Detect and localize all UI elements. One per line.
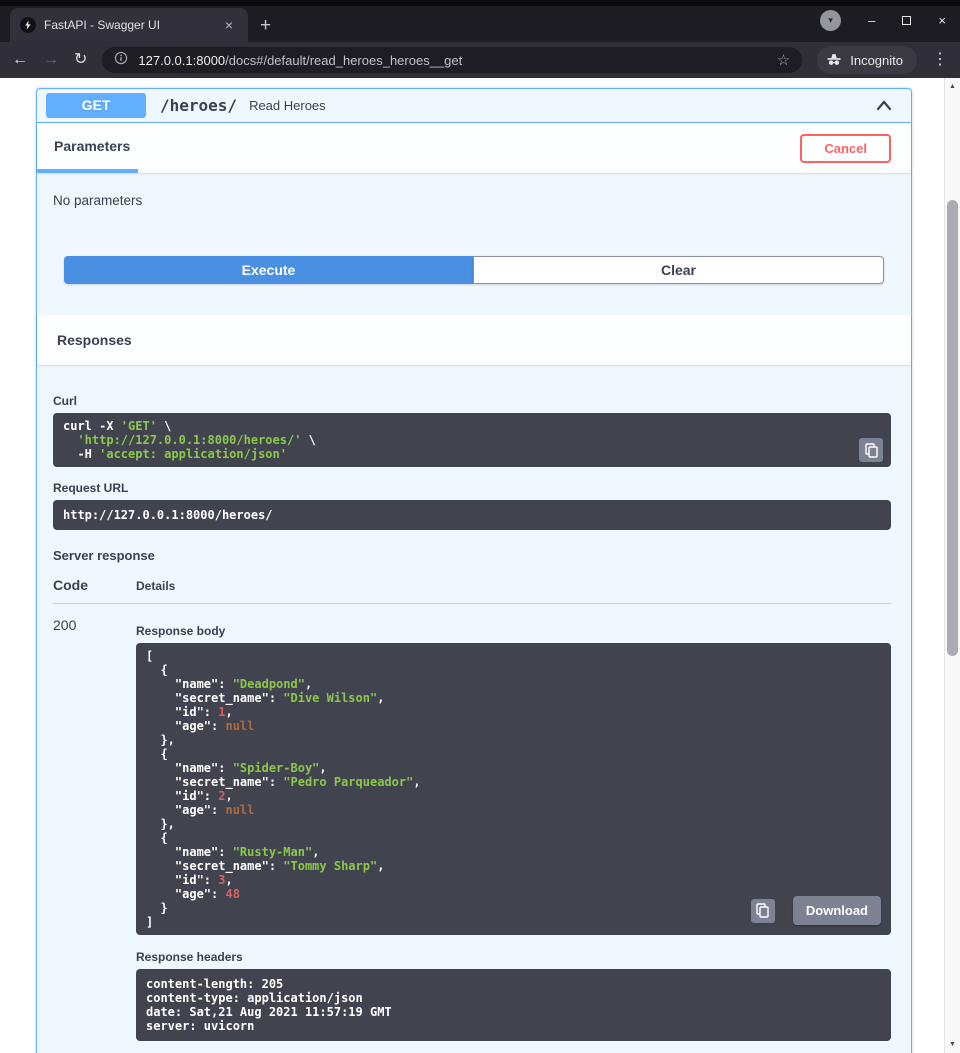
scrollbar[interactable]: ▲ ▼ [944,78,960,1053]
code-column-header: Code [53,577,136,593]
scrollbar-thumb[interactable] [947,200,958,656]
parameters-title: Parameters [54,138,130,154]
back-button[interactable]: ← [12,52,28,68]
url-path: /docs#/default/read_heroes_heroes__get [225,53,462,68]
response-body-controls: Download [751,896,881,925]
minimize-button[interactable]: – [868,14,875,27]
details-column-header: Details [136,579,175,593]
operation-description: Read Heroes [249,98,326,113]
browser-toolbar: ← → ↻ 127.0.0.1:8000/docs#/default/read_… [0,42,960,78]
operation-path: /heroes/ [160,96,237,115]
incognito-label: Incognito [850,53,903,68]
forward-button[interactable]: → [43,52,59,68]
response-details: Response body [ { "name": "Deadpond", "s… [136,617,891,1041]
cancel-button[interactable]: Cancel [800,134,891,163]
method-badge: GET [46,93,146,118]
fastapi-favicon-icon [20,17,36,33]
copy-response-button[interactable] [751,899,775,923]
responses-table: Code Details 200 Response body [ { "name… [53,577,891,1041]
scroll-down-arrow[interactable]: ▼ [945,1041,960,1048]
response-headers-text: content-length: 205content-type: applica… [146,977,881,1033]
bookmark-star-icon[interactable]: ☆ [777,51,790,69]
scroll-up-arrow[interactable]: ▲ [945,83,960,90]
page-info-icon[interactable] [114,51,128,70]
response-row-200: 200 Response body [ { "name": "Deadpond"… [53,604,891,1041]
reload-button[interactable]: ↻ [74,52,87,68]
responses-heading: Responses [57,332,132,348]
responses-header: Responses [37,315,911,365]
incognito-icon [825,50,843,70]
response-headers-label: Response headers [136,951,891,963]
request-url-block: http://127.0.0.1:8000/heroes/ [53,500,891,530]
parameters-header: Parameters Cancel [37,123,911,173]
copy-curl-button[interactable] [859,438,883,462]
page-content: GET /heroes/ Read Heroes Parameters Canc… [0,78,944,1053]
responses-body: Curl curl -X 'GET' \ 'http://127.0.0.1:8… [37,365,911,1053]
operation-summary[interactable]: GET /heroes/ Read Heroes [37,89,911,123]
clear-button[interactable]: Clear [473,256,884,284]
curl-label: Curl [53,395,891,407]
request-url-label: Request URL [53,482,891,494]
url-host: 127.0.0.1:8000 [138,53,225,68]
window-controls: ▾ – × [820,10,946,31]
response-body-label: Response body [136,625,891,637]
maximize-box-icon [902,16,911,25]
tab-strip: FastAPI - Swagger UI × + ▾ – × [0,6,960,42]
curl-command-block: curl -X 'GET' \ 'http://127.0.0.1:8000/h… [53,413,891,467]
execute-button[interactable]: Execute [64,256,473,284]
download-button[interactable]: Download [793,896,881,925]
maximize-button[interactable] [902,14,911,27]
no-parameters-text: No parameters [37,173,911,248]
tab-close-icon[interactable]: × [220,17,238,33]
server-response-label: Server response [53,548,891,563]
close-button[interactable]: × [938,14,946,27]
url-text: 127.0.0.1:8000/docs#/default/read_heroes… [138,53,766,68]
responses-table-header: Code Details [53,577,891,604]
response-body-json: [ { "name": "Deadpond", "secret_name": "… [146,649,881,929]
request-url-value: http://127.0.0.1:8000/heroes/ [63,508,273,522]
tab-title: FastAPI - Swagger UI [44,18,212,32]
operation-block-get-heroes: GET /heroes/ Read Heroes Parameters Canc… [36,88,912,1053]
new-tab-button[interactable]: + [260,11,271,37]
menu-icon[interactable]: ⋮ [932,52,948,68]
browser-tab[interactable]: FastAPI - Swagger UI × [10,8,248,42]
response-headers-block: content-length: 205content-type: applica… [136,969,891,1041]
curl-command: curl -X 'GET' \ 'http://127.0.0.1:8000/h… [63,419,881,461]
status-code: 200 [53,617,136,1041]
media-controls-icon[interactable]: ▾ [820,10,841,31]
collapse-chevron-icon[interactable] [874,96,894,116]
response-body-block: [ { "name": "Deadpond", "secret_name": "… [136,643,891,935]
tab-parameters[interactable]: Parameters [37,123,138,173]
incognito-badge: Incognito [817,46,917,74]
execute-row: Execute Clear [37,248,911,315]
address-bar[interactable]: 127.0.0.1:8000/docs#/default/read_heroes… [102,47,802,73]
